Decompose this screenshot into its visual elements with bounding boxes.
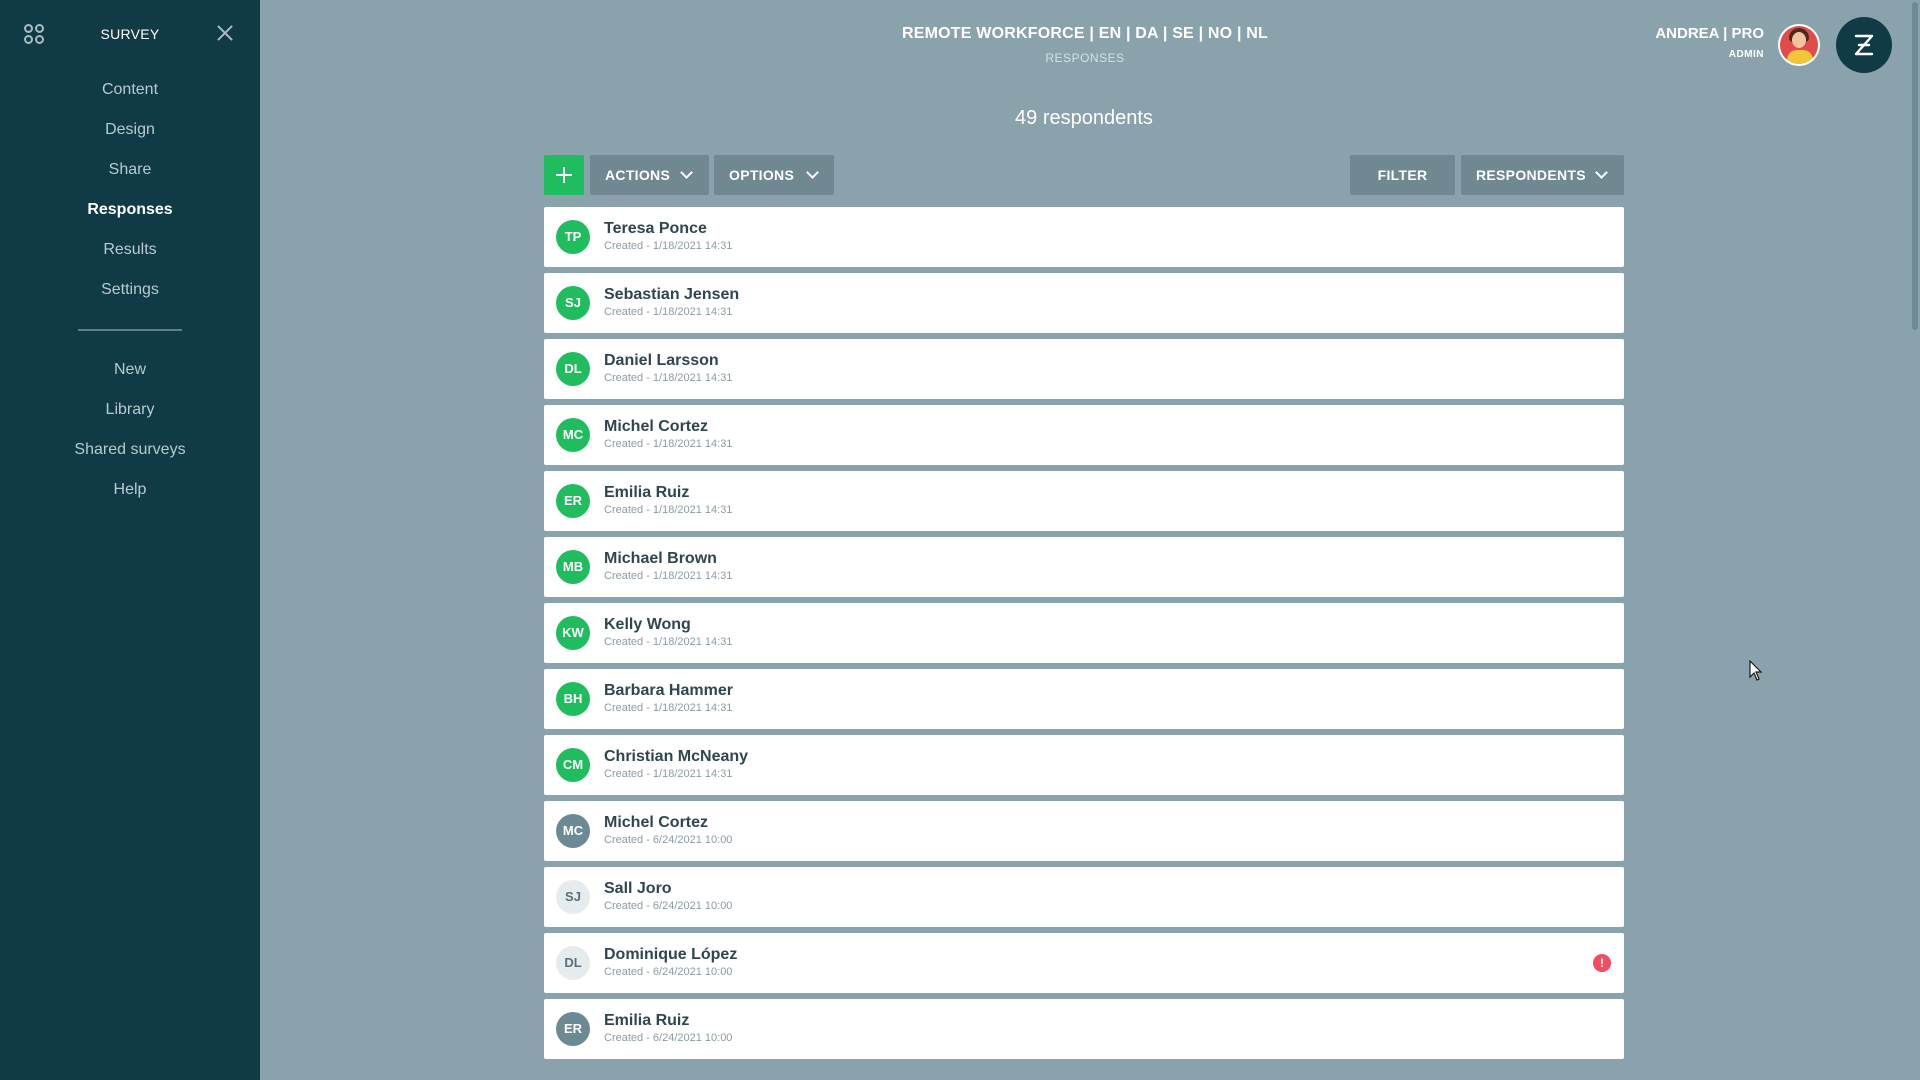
sidebar-item-library[interactable]: Library (0, 398, 260, 438)
respondent-avatar: CM (556, 748, 590, 782)
created-timestamp: Created - 1/18/2021 14:31 (604, 306, 733, 318)
sidebar-item-shared-surveys[interactable]: Shared surveys (0, 438, 260, 478)
page-subtitle: RESPONSES (1045, 51, 1125, 65)
respondent-name: Barbara Hammer (604, 682, 733, 699)
toolbar: ACTIONS OPTIONS FILTER RESPONDENTS (544, 155, 1624, 195)
respondent-avatar: MC (556, 418, 590, 452)
created-timestamp: Created - 1/18/2021 14:31 (604, 504, 733, 516)
created-timestamp: Created - 1/18/2021 14:31 (604, 636, 733, 648)
created-timestamp: Created - 6/24/2021 10:00 (604, 966, 733, 978)
respondent-name: Sall Joro (604, 880, 672, 897)
list-item[interactable]: MC Michel Cortez Created - 6/24/2021 10:00 (544, 801, 1624, 861)
sidebar-secondary-nav: New Library Shared surveys Help (0, 358, 260, 518)
respondent-avatar: KW (556, 616, 590, 650)
sidebar-item-settings[interactable]: Settings (0, 278, 260, 318)
created-timestamp: Created - 1/18/2021 14:31 (604, 240, 733, 252)
respondent-name: Emilia Ruiz (604, 1012, 690, 1029)
list-item[interactable]: ER Emilia Ruiz Created - 1/18/2021 14:31 (544, 471, 1624, 531)
respondent-avatar: DL (556, 946, 590, 980)
sidebar-item-results[interactable]: Results (0, 238, 260, 278)
avatar[interactable] (1778, 24, 1820, 66)
created-timestamp: Created - 1/18/2021 14:31 (604, 768, 733, 780)
created-timestamp: Created - 1/18/2021 14:31 (604, 570, 733, 582)
actions-dropdown[interactable]: ACTIONS (590, 155, 709, 195)
sidebar-divider (78, 329, 182, 331)
list-item[interactable]: DL Daniel Larsson Created - 1/18/2021 14:3… (544, 339, 1624, 399)
list-item[interactable]: TP Teresa Ponce Created - 1/18/2021 14:31 (544, 207, 1624, 267)
respondent-name: Daniel Larsson (604, 352, 719, 369)
list-item[interactable]: MB Michael Brown Created - 1/18/2021 14:31 (544, 537, 1624, 597)
respondent-avatar: SJ (556, 880, 590, 914)
created-timestamp: Created - 1/18/2021 14:31 (604, 438, 733, 450)
sidebar-item-help[interactable]: Help (0, 478, 260, 518)
sidebar: SURVEY Content Design Share Responses Result… (0, 0, 260, 1080)
filter-button[interactable]: FILTER (1350, 155, 1455, 195)
filter-label: FILTER (1377, 167, 1428, 183)
respondent-avatar: ER (556, 484, 590, 518)
respondent-name: Michel Cortez (604, 814, 709, 831)
list-item[interactable]: SJ Sebastian Jensen Created - 1/18/2021 14… (544, 273, 1624, 333)
chevron-down-icon (806, 166, 819, 179)
created-timestamp: Created - 1/18/2021 14:31 (604, 372, 733, 384)
respondent-avatar: MB (556, 550, 590, 584)
respondent-avatar: DL (556, 352, 590, 386)
respondent-avatar: BH (556, 682, 590, 716)
list-item[interactable]: MC Michel Cortez Created - 1/18/2021 14:31 (544, 405, 1624, 465)
sidebar-item-design[interactable]: Design (0, 118, 260, 158)
respondent-avatar: TP (556, 220, 590, 254)
respondent-name: Michel Cortez (604, 418, 709, 435)
respondent-avatar: MC (556, 814, 590, 848)
list-item[interactable]: ER Emilia Ruiz Created - 6/24/2021 10:00 (544, 999, 1624, 1059)
scrollbar[interactable] (1911, 0, 1920, 1080)
created-timestamp: Created - 6/24/2021 10:00 (604, 1032, 733, 1044)
list-item[interactable]: SJ Sall Joro Created - 6/24/2021 10:00 (544, 867, 1624, 927)
respondent-name: Dominique López (604, 946, 738, 963)
created-timestamp: Created - 1/18/2021 14:31 (604, 702, 733, 714)
list-item[interactable]: DL Dominique López Created - 6/24/2021 10:… (544, 933, 1624, 993)
list-item[interactable]: BH Barbara Hammer Created - 1/18/2021 14:3… (544, 669, 1624, 729)
created-timestamp: Created - 6/24/2021 10:00 (604, 834, 733, 846)
respondent-name: Teresa Ponce (604, 220, 707, 237)
brand-logo-icon[interactable] (1836, 17, 1892, 73)
sidebar-item-responses[interactable]: Responses (0, 198, 260, 238)
user-name[interactable]: ANDREA | PRO (1655, 25, 1764, 42)
respondent-name: Michael Brown (604, 550, 717, 567)
sidebar-item-content[interactable]: Content (0, 78, 260, 118)
respondent-list: TP Teresa Ponce Created - 1/18/2021 14:31 S… (544, 207, 1624, 1065)
options-dropdown[interactable]: OPTIONS (714, 155, 834, 195)
respondents-dropdown[interactable]: RESPONDENTS (1461, 155, 1624, 195)
created-timestamp: Created - 6/24/2021 10:00 (604, 900, 733, 912)
user-role: ADMIN (1728, 49, 1764, 60)
respondent-name: Kelly Wong (604, 616, 691, 633)
respondent-count: 49 respondents (1015, 107, 1153, 129)
respondent-avatar: SJ (556, 286, 590, 320)
sidebar-item-share[interactable]: Share (0, 158, 260, 198)
sidebar-header: SURVEY (0, 0, 260, 70)
add-button[interactable] (544, 155, 584, 195)
respondent-name: Christian McNeany (604, 748, 749, 765)
respondent-name: Sebastian Jensen (604, 286, 740, 303)
respondent-name: Emilia Ruiz (604, 484, 690, 501)
alert-icon[interactable]: ! (1593, 954, 1611, 972)
list-item[interactable]: CM Christian McNeany Created - 1/18/2021 1… (544, 735, 1624, 795)
list-item[interactable]: KW Kelly Wong Created - 1/18/2021 14:31 (544, 603, 1624, 663)
sidebar-main-nav: Content Design Share Responses Results Settin… (0, 78, 260, 318)
scrollbar-thumb[interactable] (1912, 2, 1918, 330)
chevron-down-icon (1595, 166, 1608, 179)
sidebar-item-new[interactable]: New (0, 358, 260, 398)
chevron-down-icon (680, 166, 693, 179)
actions-label: ACTIONS (605, 167, 671, 183)
close-icon[interactable] (214, 22, 236, 44)
respondents-label: RESPONDENTS (1476, 167, 1586, 183)
respondent-avatar: ER (556, 1012, 590, 1046)
options-label: OPTIONS (729, 167, 795, 183)
